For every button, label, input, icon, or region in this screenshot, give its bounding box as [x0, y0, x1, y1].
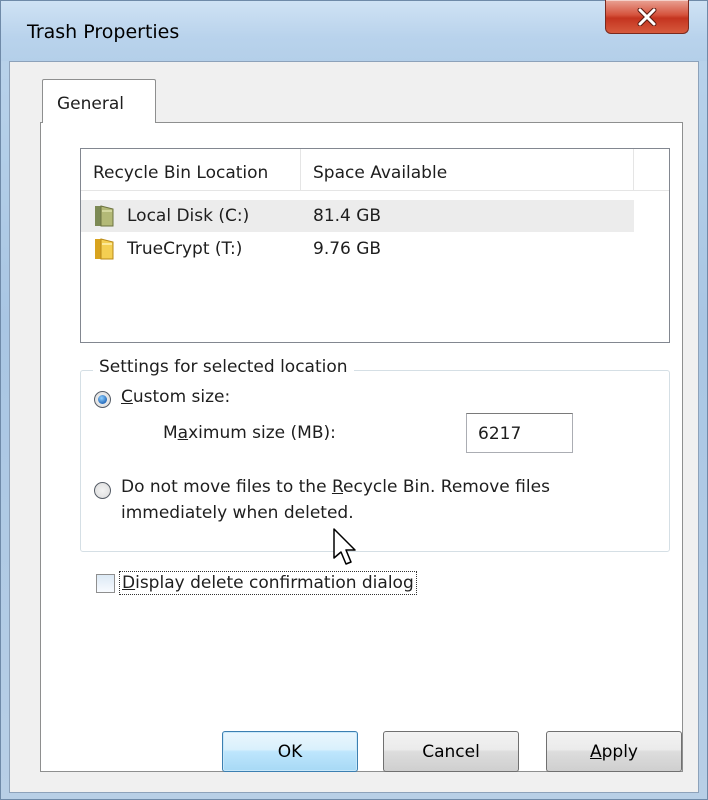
column-header-space[interactable]: Space Available — [301, 149, 634, 191]
dialog-client-area: General Recycle Bin Location Space Avail… — [9, 61, 699, 793]
close-icon — [637, 7, 657, 26]
settings-group: Settings for selected location Custom si… — [80, 357, 670, 552]
space-available: 81.4 GB — [313, 206, 382, 226]
column-header-filler — [634, 149, 670, 191]
display-delete-confirmation-label[interactable]: Display delete confirmation dialog — [119, 571, 417, 595]
space-available: 9.76 GB — [313, 239, 382, 259]
custom-size-label[interactable]: Custom size: — [121, 387, 230, 407]
do-not-move-label-line2[interactable]: immediately when deleted. — [121, 503, 354, 523]
apply-button[interactable]: Apply — [546, 731, 682, 772]
tab-general[interactable]: General — [42, 79, 156, 123]
location-name: Local Disk (C:) — [127, 206, 250, 226]
close-button[interactable] — [605, 0, 689, 34]
recycle-bin-location-list[interactable]: Recycle Bin Location Space Available Loc… — [80, 148, 670, 343]
custom-size-radio[interactable] — [94, 391, 111, 408]
location-name: TrueCrypt (T:) — [127, 239, 243, 259]
maximum-size-input[interactable]: 6217 — [466, 413, 573, 453]
ok-button[interactable]: OK — [222, 731, 358, 772]
tab-general-label: General — [57, 94, 124, 114]
window-frame: Trash Properties General Recycle Bin Loc… — [0, 0, 708, 800]
maximum-size-label: Maximum size (MB): — [163, 423, 336, 443]
title-bar[interactable]: Trash Properties — [1, 0, 707, 61]
window-title: Trash Properties — [27, 21, 180, 43]
general-tab-panel: Recycle Bin Location Space Available Loc… — [40, 122, 683, 772]
mouse-cursor-icon — [332, 528, 358, 572]
display-delete-confirmation-checkbox[interactable] — [96, 574, 115, 593]
folder-icon — [93, 237, 117, 266]
settings-group-legend: Settings for selected location — [93, 357, 354, 377]
cancel-button[interactable]: Cancel — [383, 731, 519, 772]
column-header-location[interactable]: Recycle Bin Location — [81, 149, 301, 191]
list-item[interactable]: Local Disk (C:) 81.4 GB — [81, 200, 634, 232]
drive-folder-icon — [93, 204, 117, 233]
list-header: Recycle Bin Location Space Available — [81, 149, 669, 191]
list-item[interactable]: TrueCrypt (T:) 9.76 GB — [81, 233, 634, 265]
do-not-move-label-line1[interactable]: Do not move files to the Recycle Bin. Re… — [121, 477, 550, 497]
do-not-move-radio[interactable] — [94, 482, 111, 499]
